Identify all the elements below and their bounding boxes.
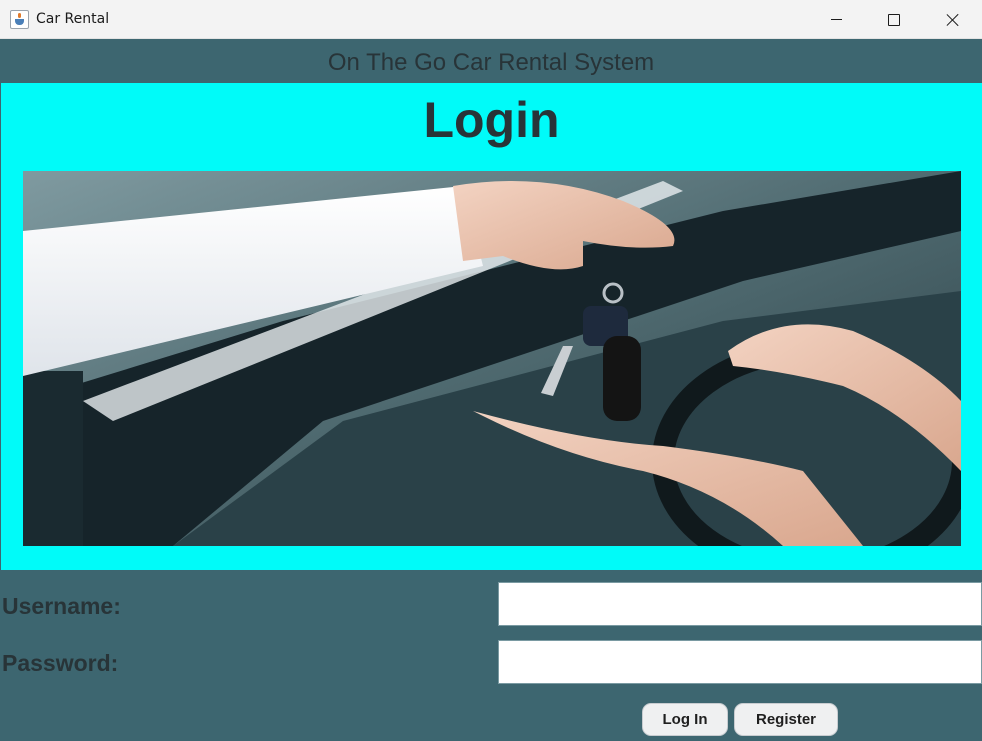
window-title-bar[interactable]: Car Rental — [0, 0, 982, 39]
system-title: On The Go Car Rental System — [327, 49, 655, 76]
password-input[interactable] — [498, 640, 982, 684]
minimize-button[interactable] — [807, 0, 865, 39]
maximize-icon — [888, 13, 900, 26]
maximize-button[interactable] — [865, 0, 923, 39]
java-cup-icon — [10, 10, 29, 29]
register-button[interactable]: Register — [734, 703, 838, 736]
minimize-icon — [830, 19, 842, 20]
login-heading: Login — [423, 92, 560, 148]
login-panel: Login — [1, 83, 982, 570]
login-button[interactable]: Log In — [642, 703, 728, 736]
close-button[interactable] — [924, 0, 982, 39]
header-bar: On The Go Car Rental System — [0, 39, 982, 83]
username-input[interactable] — [498, 582, 982, 626]
window-title: Car Rental — [36, 11, 110, 27]
car-key-handover-image — [23, 171, 961, 546]
password-label: Password: — [2, 650, 119, 676]
close-icon — [946, 13, 960, 27]
username-label: Username: — [2, 593, 121, 619]
